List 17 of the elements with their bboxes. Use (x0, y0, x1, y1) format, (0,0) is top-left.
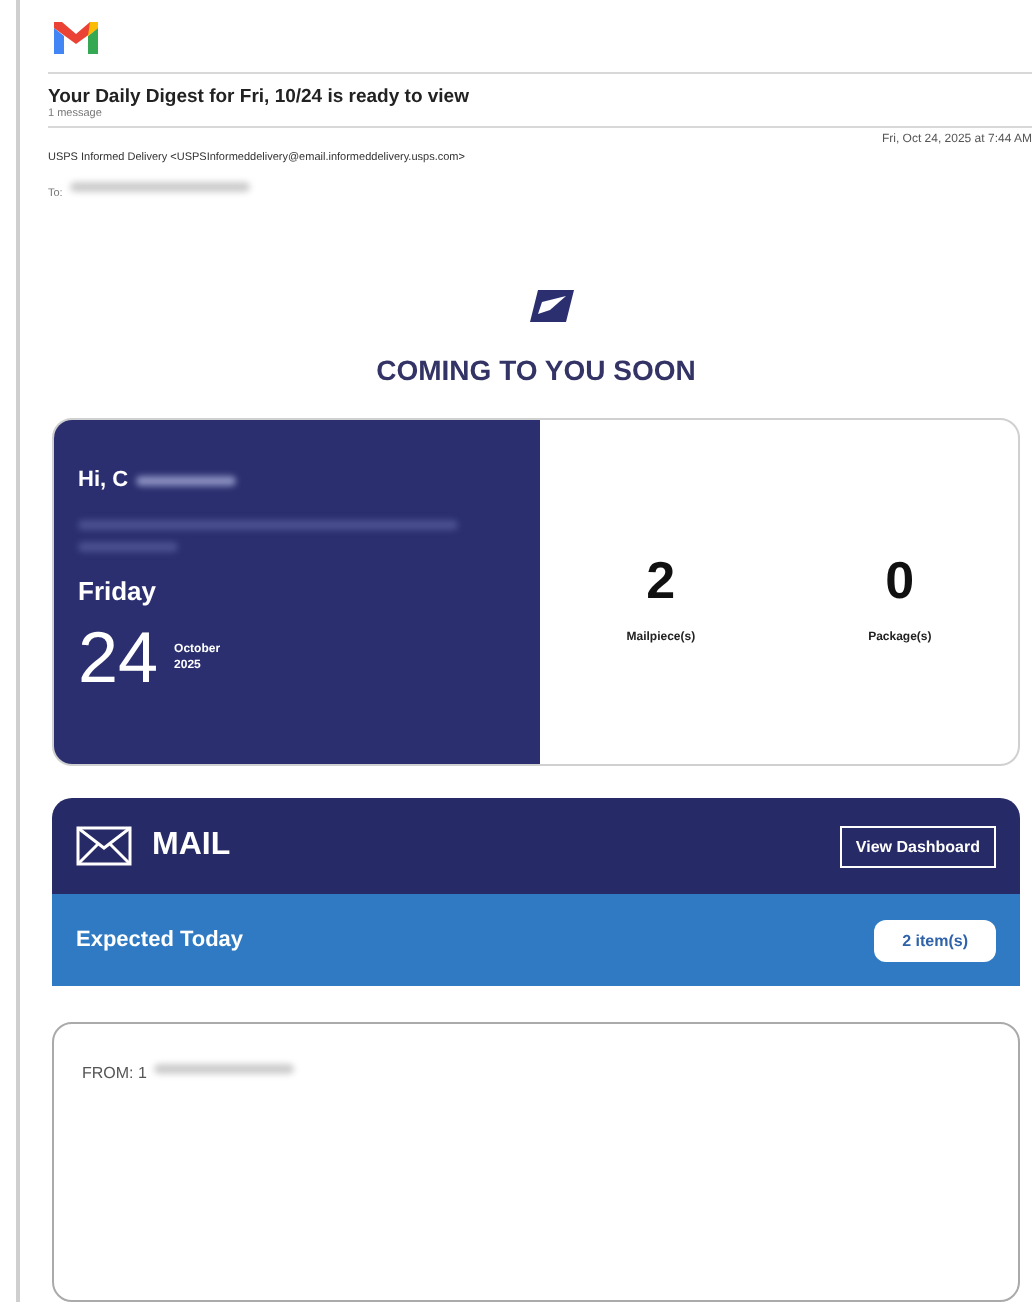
greeting-text: Hi, C (78, 468, 129, 492)
expected-label: Expected Today (76, 928, 244, 952)
mail-logo-icon (54, 22, 98, 54)
email-subject: Your Daily Digest for Fri, 10/24 is ready to view (48, 86, 471, 108)
day-name: Friday (78, 576, 159, 606)
date-number: 24 (78, 622, 159, 694)
mail-title: MAIL (152, 828, 231, 864)
section-heading: COMING TO YOU SOON (376, 354, 696, 386)
redaction-blur (78, 542, 178, 552)
item-count-badge: 2 item(s) (874, 919, 996, 961)
count-number: 2 (646, 549, 676, 611)
envelope-icon (76, 826, 132, 866)
redaction-blur (136, 475, 237, 485)
redaction-blur (154, 1064, 295, 1075)
view-dashboard-button[interactable]: View Dashboard (839, 825, 996, 867)
from-label: FROM: 1 (82, 1064, 147, 1082)
count-number: 0 (885, 549, 915, 611)
